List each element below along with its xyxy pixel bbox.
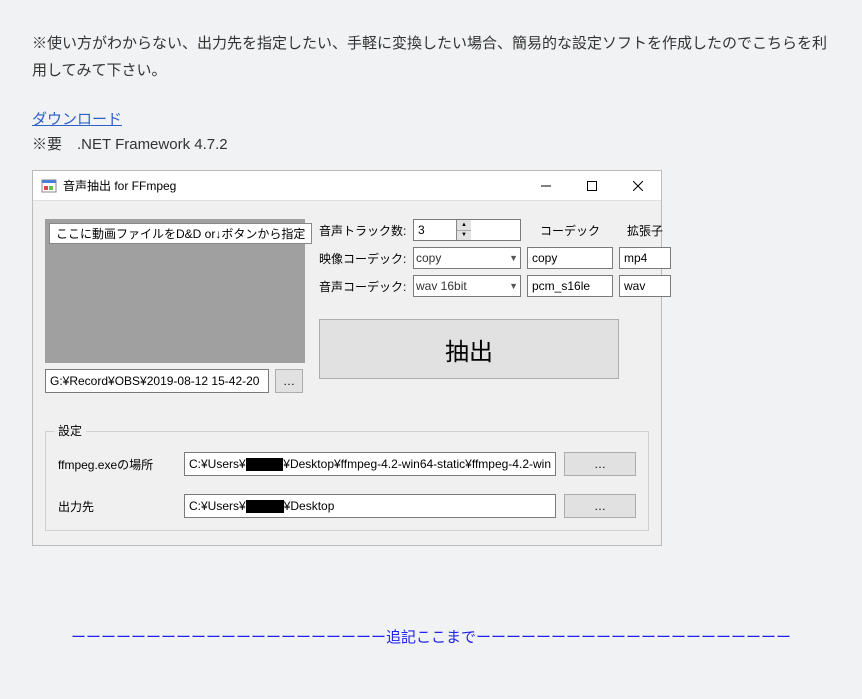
- source-browse-button[interactable]: …: [275, 369, 303, 393]
- dropzone-hint: ここに動画ファイルをD&D or↓ボタンから指定: [49, 223, 312, 244]
- output-path-label: 出力先: [58, 498, 176, 515]
- video-ext-input[interactable]: [619, 247, 671, 269]
- output-browse-button[interactable]: …: [564, 494, 636, 518]
- section-divider: ーーーーーーーーーーーーーーーーーーーーー追記ここまでーーーーーーーーーーーーー…: [32, 626, 830, 647]
- app-window: 音声抽出 for FFmpeg ここに動画ファイルをD&D or↓ボタンから指定: [32, 170, 662, 546]
- minimize-button[interactable]: [523, 171, 569, 201]
- ffmpeg-path-input[interactable]: C:¥Users¥¥Desktop¥ffmpeg-4.2-win64-stati…: [184, 452, 556, 476]
- ffmpeg-path-label: ffmpeg.exeの場所: [58, 456, 176, 473]
- titlebar: 音声抽出 for FFmpeg: [33, 171, 661, 201]
- redacted-text: [246, 500, 284, 513]
- output-path-input[interactable]: C:¥Users¥¥Desktop: [184, 494, 556, 518]
- audio-codec-label: 音声コーデック:: [319, 278, 407, 295]
- ext-header: 拡張子: [619, 222, 671, 239]
- video-codec-label: 映像コーデック:: [319, 250, 407, 267]
- download-link[interactable]: ダウンロード: [32, 108, 122, 129]
- video-dropzone[interactable]: ここに動画ファイルをD&D or↓ボタンから指定: [45, 219, 305, 363]
- codec-header: コーデック: [527, 222, 613, 239]
- video-codec-combo-value: copy: [416, 251, 441, 265]
- intro-text: ※使い方がわからない、出力先を指定したい、手軽に変換したい場合、簡易的な設定ソフ…: [32, 30, 830, 84]
- window-title: 音声抽出 for FFmpeg: [63, 177, 176, 194]
- framework-note: ※要 .NET Framework 4.7.2: [32, 133, 830, 154]
- source-file-input[interactable]: [45, 369, 269, 393]
- audio-codec-combo[interactable]: wav 16bit ▼: [413, 275, 521, 297]
- chevron-down-icon: ▼: [509, 253, 518, 263]
- video-codec-text[interactable]: [527, 247, 613, 269]
- redacted-text: [246, 458, 284, 471]
- audio-ext-input[interactable]: [619, 275, 671, 297]
- close-button[interactable]: [615, 171, 661, 201]
- extract-button[interactable]: 抽出: [319, 319, 619, 379]
- track-count-input[interactable]: ▲ ▼: [413, 219, 521, 241]
- spinner-down-icon[interactable]: ▼: [457, 231, 471, 241]
- audio-codec-text[interactable]: [527, 275, 613, 297]
- settings-group: 設定 ffmpeg.exeの場所 C:¥Users¥¥Desktop¥ffmpe…: [45, 431, 649, 531]
- app-icon: [41, 178, 57, 194]
- video-codec-combo[interactable]: copy ▼: [413, 247, 521, 269]
- track-count-field[interactable]: [414, 220, 456, 240]
- chevron-down-icon: ▼: [509, 281, 518, 291]
- maximize-button[interactable]: [569, 171, 615, 201]
- ffmpeg-browse-button[interactable]: …: [564, 452, 636, 476]
- settings-legend: 設定: [54, 422, 86, 439]
- spinner-up-icon[interactable]: ▲: [457, 220, 471, 231]
- audio-codec-combo-value: wav 16bit: [416, 279, 467, 293]
- track-count-label: 音声トラック数:: [319, 222, 407, 239]
